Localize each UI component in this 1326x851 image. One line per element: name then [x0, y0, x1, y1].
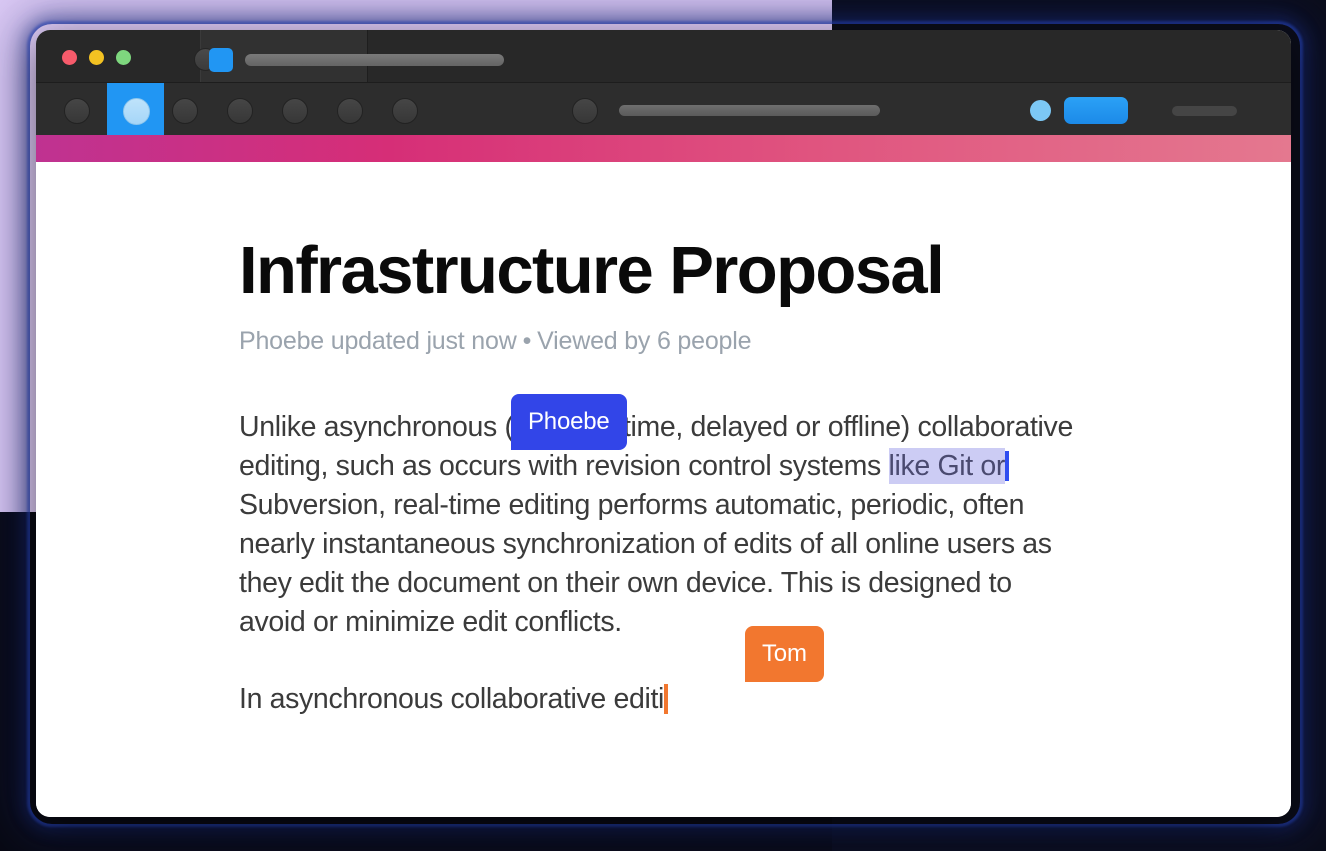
toolbar-button-4[interactable] [227, 98, 253, 124]
collaborator-flag-phoebe: Phoebe [511, 394, 627, 451]
paragraph-2[interactable]: In asynchronous collaborative editi [239, 680, 1079, 719]
toolbar-button-5[interactable] [282, 98, 308, 124]
window-titlebar [36, 30, 1291, 83]
toolbar-button-3[interactable] [172, 98, 198, 124]
maximize-window-icon[interactable] [116, 50, 131, 65]
paragraph-2-text: In asynchronous collaborative editi [239, 683, 665, 716]
accent-gradient-bar [36, 135, 1291, 162]
toolbar-button-7[interactable] [392, 98, 418, 124]
caret-phoebe [1005, 451, 1010, 482]
paragraph-1-text-after: Subversion, real-time editing performs a… [239, 489, 1052, 639]
app-logo-icon [209, 48, 233, 72]
traffic-light-group [62, 50, 131, 65]
collaborator-flag-tom: Tom [745, 626, 824, 683]
caret-tom [664, 684, 669, 715]
toolbar-button-6[interactable] [337, 98, 363, 124]
paragraph-1[interactable]: Unlike asynchronous (non real-time, dela… [239, 394, 1079, 683]
toolbar-overflow-button[interactable] [1172, 106, 1237, 116]
document-meta: Phoebe updated just now • Viewed by 6 peop… [239, 327, 1119, 356]
document-canvas[interactable]: Infrastructure Proposal Phoebe updated j… [36, 162, 1291, 817]
toolbar-avatar[interactable] [1030, 100, 1051, 121]
document-updated-by: Phoebe updated just now [239, 327, 517, 356]
document-viewers: Viewed by 6 people [537, 327, 752, 356]
meta-separator: • [522, 327, 532, 356]
toolbar-tab-active[interactable] [107, 83, 164, 135]
page-title: Infrastructure Proposal [239, 233, 945, 308]
toolbar-button-1[interactable] [64, 98, 90, 124]
close-window-icon[interactable] [62, 50, 77, 65]
document-content: Infrastructure Proposal Phoebe updated j… [239, 233, 1119, 748]
text-selection-highlight: like Git or [888, 448, 1006, 485]
document-title-bar-placeholder[interactable] [245, 54, 504, 66]
screenshot-stage: Infrastructure Proposal Phoebe updated j… [0, 0, 1326, 851]
toolbar-search-icon[interactable] [572, 98, 598, 124]
toolbar-primary-button[interactable] [1064, 97, 1128, 124]
toolbar-search-input[interactable] [619, 105, 880, 116]
window-toolbar [36, 83, 1291, 135]
app-window: Infrastructure Proposal Phoebe updated j… [36, 30, 1291, 817]
minimize-window-icon[interactable] [89, 50, 104, 65]
toolbar-tab-active-icon [123, 98, 150, 125]
